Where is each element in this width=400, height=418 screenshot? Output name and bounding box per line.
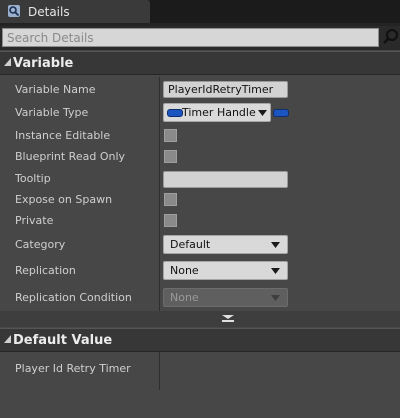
- property-label: Variable Type: [15, 106, 89, 119]
- replication-condition-value: None: [170, 291, 199, 304]
- expose-on-spawn-checkbox[interactable]: [164, 193, 177, 206]
- section-title: Default Value: [13, 333, 113, 348]
- property-label: Blueprint Read Only: [15, 150, 126, 163]
- tab-title: Details: [28, 5, 70, 19]
- chevron-down-icon: [258, 110, 267, 116]
- property-label: Category: [15, 238, 66, 251]
- section-title: Variable: [13, 56, 74, 71]
- property-label: Expose on Spawn: [15, 193, 113, 206]
- instance-editable-checkbox[interactable]: [164, 129, 177, 142]
- section-variable[interactable]: Variable: [0, 51, 400, 75]
- variable-type-value: Timer Handle: [182, 106, 256, 119]
- magnifier-icon: [8, 5, 20, 17]
- property-label: Variable Name: [15, 83, 96, 96]
- property-label: Player Id Retry Timer: [15, 362, 131, 375]
- type-pin-icon: [167, 109, 183, 117]
- property-label: Replication Condition: [15, 291, 132, 304]
- search-input[interactable]: [2, 28, 379, 47]
- tab-strip: Details: [0, 0, 400, 23]
- chevron-down-icon: [271, 268, 280, 274]
- column-divider[interactable]: [159, 352, 160, 390]
- search-icon[interactable]: [382, 27, 400, 47]
- expand-advanced-icon[interactable]: [222, 315, 234, 323]
- tooltip-field[interactable]: [163, 171, 288, 188]
- category-value: Default: [170, 238, 211, 251]
- replication-value: None: [170, 264, 199, 277]
- property-label: Tooltip: [15, 172, 51, 185]
- chevron-down-icon: [271, 295, 280, 301]
- private-checkbox[interactable]: [164, 214, 177, 227]
- property-label: Instance Editable: [15, 129, 111, 142]
- category-combo[interactable]: Default: [163, 235, 288, 254]
- replication-dropdown[interactable]: None: [163, 261, 288, 280]
- advanced-expander[interactable]: [0, 311, 400, 327]
- tab-details[interactable]: Details: [0, 0, 150, 23]
- chevron-down-icon: [271, 242, 280, 248]
- collapse-arrow-icon[interactable]: [4, 335, 12, 344]
- replication-condition-dropdown: None: [163, 288, 288, 307]
- container-type-icon[interactable]: [273, 109, 289, 117]
- variable-type-dropdown[interactable]: Timer Handle: [163, 103, 271, 122]
- section-default-value[interactable]: Default Value: [0, 328, 400, 352]
- collapse-arrow-icon[interactable]: [4, 58, 12, 67]
- column-divider[interactable]: [159, 77, 160, 311]
- variable-name-field[interactable]: PlayerIdRetryTimer: [163, 81, 288, 98]
- blueprint-read-only-checkbox[interactable]: [164, 150, 177, 163]
- search-bar: [0, 26, 400, 50]
- property-label: Private: [15, 214, 54, 227]
- property-label: Replication: [15, 264, 76, 277]
